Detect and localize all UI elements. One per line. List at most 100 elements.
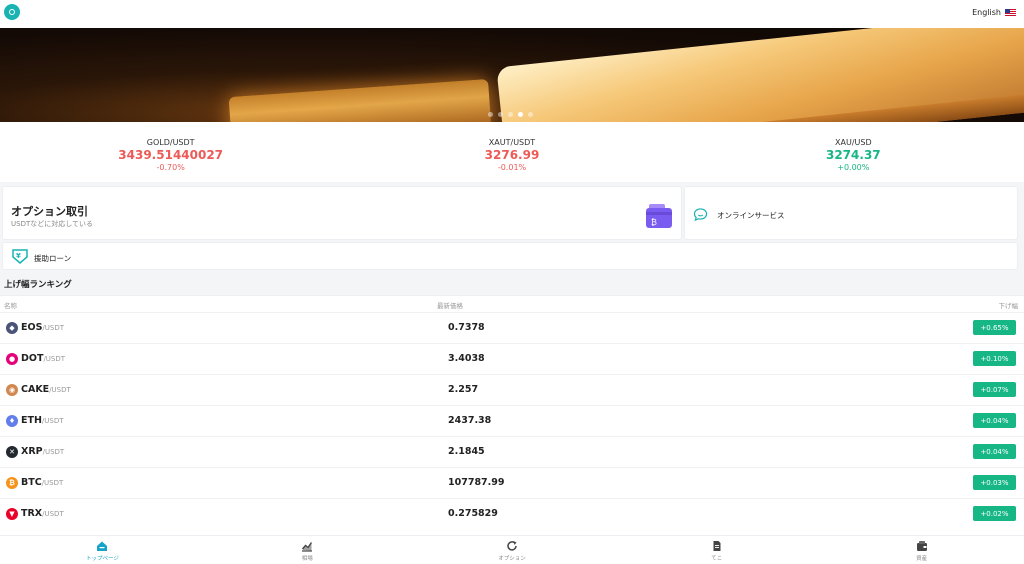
header-price: 最新価格	[437, 302, 463, 310]
ticker-price: 3439.51440027	[118, 148, 224, 162]
carousel-dot[interactable]	[528, 112, 533, 117]
gold-bar-image	[228, 78, 492, 122]
coin-quote: /USDT	[43, 355, 66, 363]
carousel-dot-active[interactable]	[518, 112, 523, 117]
nav-market[interactable]: 相場	[205, 536, 410, 564]
carousel-dot[interactable]	[498, 112, 503, 117]
coin-price: 2437.38	[448, 415, 492, 426]
cake-coin-icon: ◉	[6, 384, 18, 396]
nav-options[interactable]: オプション	[410, 536, 615, 564]
ticker-symbol: GOLD/USDT	[146, 138, 195, 147]
ticker-strip: GOLD/USDT 3439.51440027 -0.70% XAUT/USDT…	[0, 122, 1024, 182]
coin-quote: /USDT	[42, 448, 65, 456]
change-badge[interactable]: +0.10%	[973, 351, 1016, 366]
coin-name: DOT/USDT	[21, 353, 65, 364]
gold-bar-image	[496, 28, 1024, 122]
promo-banner[interactable]	[0, 28, 1024, 122]
coin-price: 0.7378	[448, 322, 485, 333]
table-header: 名称 最新価格 下げ幅	[0, 296, 1024, 312]
coin-name: TRX/USDT	[21, 508, 64, 519]
change-badge[interactable]: +0.07%	[973, 382, 1016, 397]
carousel-dot[interactable]	[508, 112, 513, 117]
coin-quote: /USDT	[42, 324, 65, 332]
app-logo-icon[interactable]	[4, 4, 20, 20]
header-name: 名称	[4, 302, 17, 310]
svg-text:₿: ₿	[651, 218, 657, 227]
table-row[interactable]: ✕ XRP/USDT 2.1845 +0.04%	[0, 436, 1024, 467]
online-service-label: オンラインサービス	[717, 211, 785, 220]
nav-home[interactable]: トップページ	[0, 536, 205, 564]
nav-leverage-label: てこ	[711, 556, 723, 562]
coin-name: CAKE/USDT	[21, 384, 71, 395]
header-change: 下げ幅	[998, 302, 1019, 310]
loan-label: 援助ローン	[34, 254, 72, 263]
coin-name: ETH/USDT	[21, 415, 64, 426]
coin-price: 107787.99	[448, 477, 505, 488]
table-row[interactable]: ▼ TRX/USDT 0.275829 +0.02%	[0, 498, 1024, 529]
ticker-xau-usd[interactable]: XAU/USD 3274.37 +0.00%	[683, 122, 1024, 182]
coin-price: 3.4038	[448, 353, 485, 364]
wallet-icon	[916, 541, 927, 551]
options-card-subtitle: USDTなどに対応している	[11, 220, 94, 228]
document-icon	[713, 541, 721, 551]
btc-coin-icon: ₿	[6, 477, 18, 489]
eos-coin-icon: ◆	[6, 322, 18, 334]
coin-price: 0.275829	[448, 508, 498, 519]
ticker-price: 3274.37	[825, 148, 881, 162]
online-service-card[interactable]: オンラインサービス	[684, 186, 1018, 240]
nav-assets-label: 資産	[916, 556, 928, 562]
nav-home-label: トップページ	[85, 556, 119, 562]
chat-icon	[693, 208, 708, 221]
change-badge[interactable]: +0.02%	[973, 506, 1016, 521]
nav-assets[interactable]: 資産	[819, 536, 1024, 564]
dot-coin-icon: ●	[6, 353, 18, 365]
ranking-title: 上げ幅ランキング	[4, 280, 72, 290]
chart-icon	[302, 542, 313, 552]
ticker-change: -0.01%	[497, 163, 527, 172]
coin-quote: /USDT	[41, 417, 64, 425]
coin-quote: /USDT	[49, 386, 71, 394]
svg-text:¥: ¥	[16, 252, 21, 260]
change-badge[interactable]: +0.65%	[973, 320, 1016, 335]
ticker-price: 3276.99	[484, 148, 540, 162]
table-row[interactable]: ♦ ETH/USDT 2437.38 +0.04%	[0, 405, 1024, 436]
coin-symbol: XRP	[21, 446, 43, 457]
carousel-dots	[488, 112, 533, 117]
ticker-gold-usdt[interactable]: GOLD/USDT 3439.51440027 -0.70%	[0, 122, 341, 182]
coin-symbol: TRX	[21, 508, 43, 519]
xrp-coin-icon: ✕	[6, 446, 18, 458]
loan-card[interactable]: ¥ 援助ローン	[2, 242, 1018, 270]
coin-name: XRP/USDT	[21, 446, 64, 457]
home-icon	[97, 541, 108, 551]
coin-quote: /USDT	[41, 479, 64, 487]
bottom-navigation: トップページ 相場 オプション てこ 資産	[0, 535, 1024, 564]
table-row[interactable]: ◆ EOS/USDT 0.7378 +0.65%	[0, 312, 1024, 343]
ticker-symbol: XAU/USD	[835, 138, 872, 147]
nav-leverage[interactable]: てこ	[614, 536, 819, 564]
top-bar: English	[0, 0, 1024, 28]
change-badge[interactable]: +0.03%	[973, 475, 1016, 490]
coin-symbol: BTC	[21, 477, 42, 488]
change-badge[interactable]: +0.04%	[973, 413, 1016, 428]
ranking-table: 名称 最新価格 下げ幅 ◆ EOS/USDT 0.7378 +0.65% ● DOT/US…	[0, 295, 1024, 535]
table-row[interactable]: ● DOT/USDT 3.4038 +0.10%	[0, 343, 1024, 374]
eth-coin-icon: ♦	[6, 415, 18, 427]
change-badge[interactable]: +0.04%	[973, 444, 1016, 459]
table-row[interactable]: ◉ CAKE/USDT 2.257 +0.07%	[0, 374, 1024, 405]
coin-price: 2.257	[448, 384, 479, 395]
options-trading-card[interactable]: オプション取引 USDTなどに対応している ₿	[2, 186, 682, 240]
coin-name: EOS/USDT	[21, 322, 64, 333]
carousel-dot[interactable]	[488, 112, 493, 117]
table-row[interactable]: ₿ BTC/USDT 107787.99 +0.03%	[0, 467, 1024, 498]
nav-options-label: オプション	[498, 556, 526, 562]
refresh-icon	[507, 541, 517, 551]
trx-coin-icon: ▼	[6, 508, 18, 520]
wallet-icon: ₿	[646, 204, 672, 228]
ticker-xaut-usdt[interactable]: XAUT/USDT 3276.99 -0.01%	[341, 122, 682, 182]
us-flag-icon	[1005, 9, 1016, 16]
loan-icon: ¥	[12, 249, 28, 264]
language-selector[interactable]: English	[972, 8, 1016, 17]
ticker-symbol: XAUT/USDT	[488, 138, 536, 147]
coin-name: BTC/USDT	[21, 477, 63, 488]
coin-price: 2.1845	[448, 446, 485, 457]
